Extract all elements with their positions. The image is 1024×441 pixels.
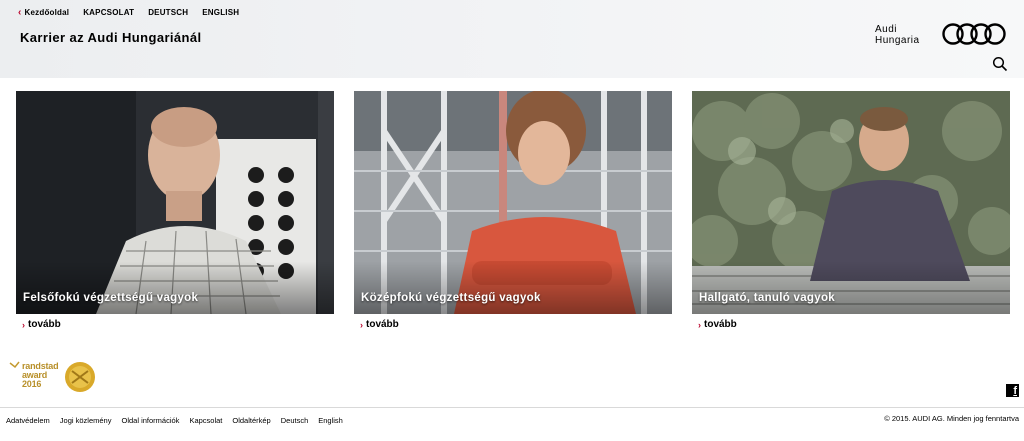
nav-english-link[interactable]: ENGLISH (202, 8, 239, 17)
nav-contact-link[interactable]: KAPCSOLAT (83, 8, 134, 17)
nav-home-link[interactable]: ‹ Kezdőoldal (18, 7, 69, 18)
chevron-right-icon: › (360, 319, 363, 330)
tile-secondary-more-link[interactable]: › tovább (360, 319, 399, 330)
more-link-label: tovább (704, 319, 737, 330)
randstad-award-badge[interactable]: randstad award 2016 (6, 357, 98, 399)
footer-link-legal[interactable]: Jogi közlemény (60, 416, 112, 425)
tile-graduate-caption: Felsőfokú végzettségű vagyok (23, 292, 199, 304)
tile-student-caption: Hallgató, tanuló vagyok (699, 292, 835, 304)
tile-student-photo (692, 91, 1010, 314)
brand-name: Audi Hungaria (875, 24, 920, 46)
brand-line-audi: Audi (875, 24, 898, 35)
facebook-icon[interactable]: f (1006, 384, 1019, 397)
page-title: Karrier az Audi Hungariánál (20, 30, 202, 45)
footer-link-site-info[interactable]: Oldal információk (121, 416, 179, 425)
tile-secondary[interactable]: Középfokú végzettségű vagyok (354, 91, 672, 314)
tile-graduate-photo (16, 91, 334, 314)
top-navigation: ‹ Kezdőoldal KAPCSOLAT DEUTSCH ENGLISH (18, 7, 239, 18)
header: ‹ Kezdőoldal KAPCSOLAT DEUTSCH ENGLISH K… (0, 0, 1024, 78)
chevron-right-icon: › (698, 319, 701, 330)
more-link-label: tovább (366, 319, 399, 330)
footer-link-english[interactable]: English (318, 416, 343, 425)
brand-line-hungaria: Hungaria (875, 35, 920, 46)
nav-german-link[interactable]: DEUTSCH (148, 8, 188, 17)
footer-link-privacy[interactable]: Adatvédelem (6, 416, 50, 425)
footer-divider (0, 407, 1024, 408)
audi-rings-icon[interactable] (942, 22, 1006, 46)
footer-links: Adatvédelem Jogi közlemény Oldal informá… (6, 416, 343, 425)
footer-link-contact[interactable]: Kapcsolat (189, 416, 222, 425)
tile-student[interactable]: Hallgató, tanuló vagyok (692, 91, 1010, 314)
chevron-left-icon: ‹ (18, 7, 22, 18)
tile-graduate-more-link[interactable]: › tovább (22, 319, 61, 330)
footer-link-deutsch[interactable]: Deutsch (281, 416, 309, 425)
tile-student-more-link[interactable]: › tovább (698, 319, 737, 330)
search-icon[interactable] (992, 56, 1008, 72)
footer-link-sitemap[interactable]: Oldaltérkép (232, 416, 270, 425)
award-line-year: 2016 (22, 379, 42, 389)
nav-home-label: Kezdőoldal (24, 8, 70, 17)
tile-secondary-caption: Középfokú végzettségű vagyok (361, 292, 541, 304)
copyright-notice: © 2015. AUDI AG. Minden jog fenntartva (884, 414, 1019, 423)
chevron-right-icon: › (22, 319, 25, 330)
award-text: randstad award 2016 (22, 362, 59, 389)
tile-graduate[interactable]: Felsőfokú végzettségű vagyok (16, 91, 334, 314)
tile-secondary-photo (354, 91, 672, 314)
more-link-label: tovább (28, 319, 61, 330)
